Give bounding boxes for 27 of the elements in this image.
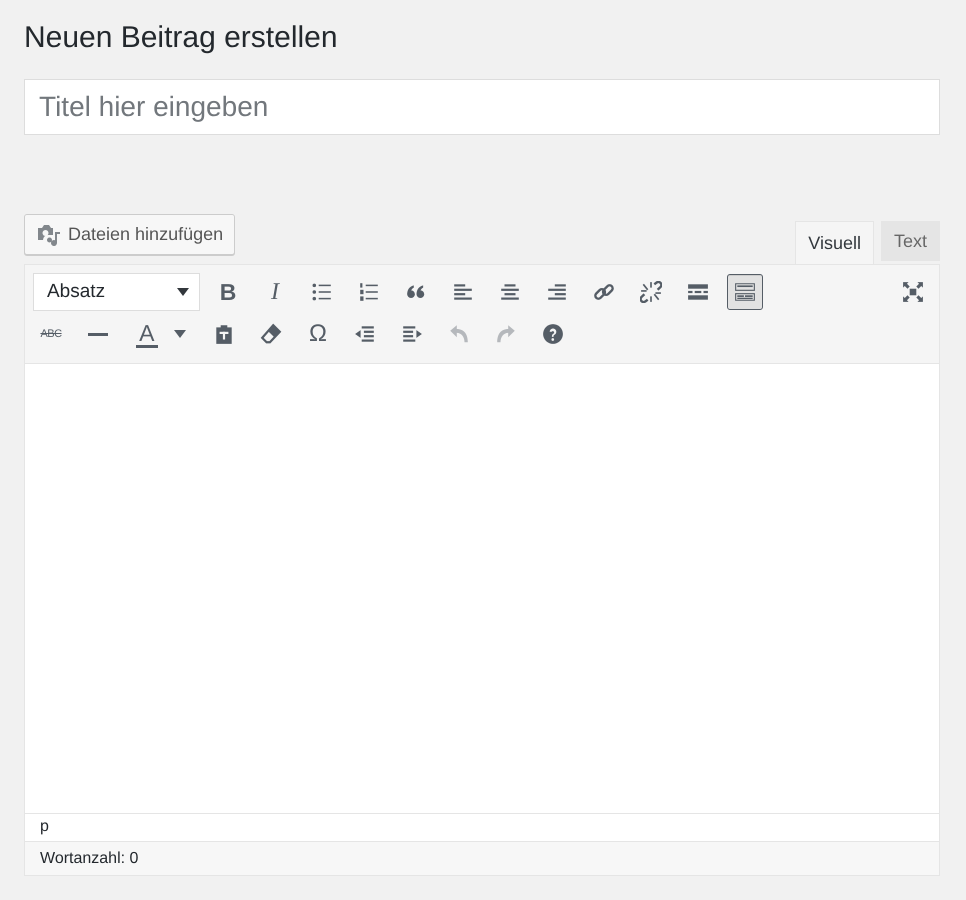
page-heading: Neuen Beitrag erstellen <box>24 20 339 56</box>
toolbar-toggle-icon <box>734 281 756 303</box>
word-count: Wortanzahl: 0 <box>25 841 939 875</box>
media-icon <box>36 224 62 246</box>
link-icon <box>593 281 615 303</box>
unlink-icon <box>640 281 662 303</box>
title-field[interactable]: Titel hier eingeben <box>24 79 940 135</box>
horizontal-rule-icon <box>88 332 108 336</box>
toolbar-toggle-button[interactable] <box>727 274 763 310</box>
numbered-list-icon <box>358 281 380 303</box>
bold-button[interactable]: B <box>210 274 246 310</box>
bullet-list-icon <box>311 281 333 303</box>
italic-button[interactable]: I <box>257 274 293 310</box>
eraser-icon <box>260 323 282 345</box>
text-color-button[interactable]: A <box>127 316 195 352</box>
undo-icon <box>448 323 470 345</box>
redo-icon <box>495 323 517 345</box>
format-dropdown[interactable]: Absatz <box>33 273 200 311</box>
special-char-button[interactable]: Ω <box>300 316 336 352</box>
help-icon <box>542 323 564 345</box>
caret-icon <box>174 330 186 338</box>
add-media-button[interactable]: Dateien hinzufügen <box>24 214 236 255</box>
editor-tab[interactable]: Visuell <box>795 221 874 264</box>
fullscreen-icon <box>902 281 924 303</box>
strikethrough-button[interactable]: ABC <box>33 316 69 352</box>
caret-icon <box>177 288 189 296</box>
editor-tab[interactable]: Text <box>880 221 940 261</box>
